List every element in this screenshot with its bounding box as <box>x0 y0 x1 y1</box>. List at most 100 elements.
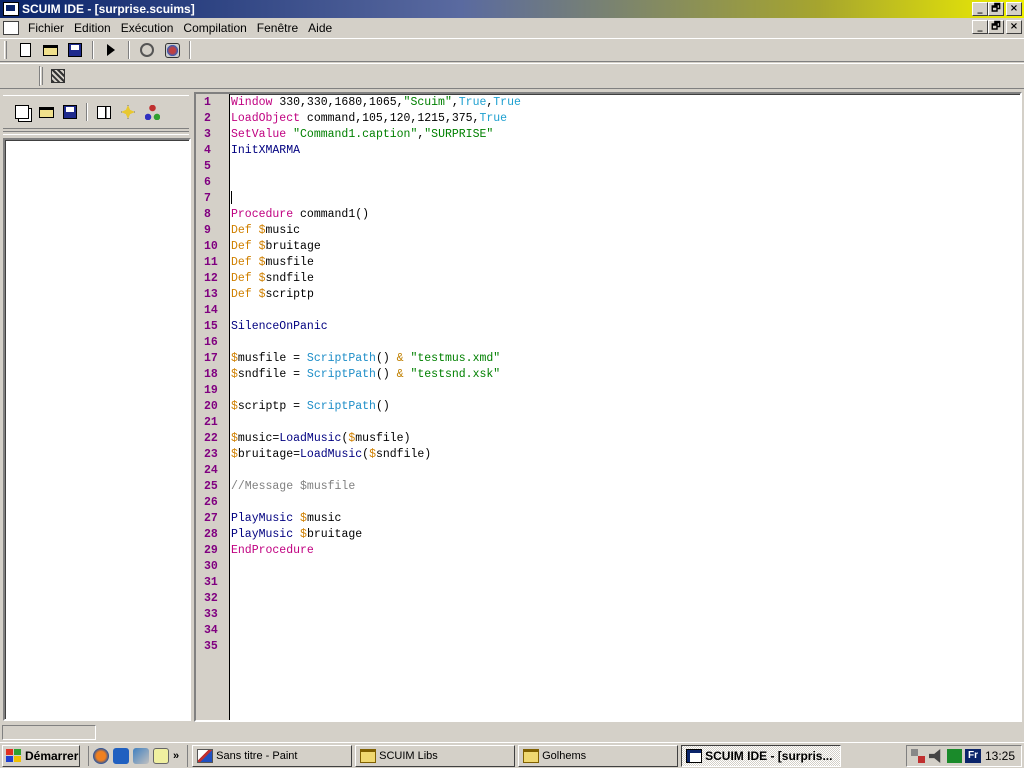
language-indicator[interactable]: Fr <box>965 749 981 763</box>
code-line[interactable]: 4 InitXMARMA <box>196 143 1020 159</box>
code-line[interactable]: 27 PlayMusic $music <box>196 511 1020 527</box>
code-line[interactable]: 3 SetValue "Command1.caption","SURPRISE" <box>196 127 1020 143</box>
toolbar-grip[interactable] <box>40 67 43 85</box>
code-token: sndfile <box>265 272 314 285</box>
minimize-button[interactable]: _ <box>972 2 988 16</box>
code-line[interactable]: 33 <box>196 607 1020 623</box>
maximize-button[interactable]: 🗗 <box>988 2 1004 16</box>
code-line[interactable]: 13 Def $scriptp <box>196 287 1020 303</box>
copy-button[interactable] <box>11 102 33 122</box>
code-line[interactable]: 6 <box>196 175 1020 191</box>
panel-open-button[interactable] <box>35 102 57 122</box>
network-status-icon[interactable] <box>911 749 926 763</box>
line-text <box>230 495 231 511</box>
code-line[interactable]: 1 Window 330,330,1680,1065,"Scuim",True,T… <box>196 95 1020 111</box>
menu-execution[interactable]: Exécution <box>116 21 179 35</box>
menu-fenetre[interactable]: Fenêtre <box>252 21 303 35</box>
open-button[interactable] <box>39 40 61 60</box>
code-line[interactable]: 31 <box>196 575 1020 591</box>
new-file-button[interactable] <box>14 40 36 60</box>
code-line[interactable]: 32 <box>196 591 1020 607</box>
code-line[interactable]: 8 Procedure command1() <box>196 207 1020 223</box>
line-number: 11 <box>204 256 218 269</box>
clock[interactable]: 13:25 <box>985 749 1021 763</box>
code-token: Def <box>231 256 252 269</box>
document-icon[interactable] <box>3 21 19 35</box>
code-line[interactable]: 2 LoadObject command,105,120,1215,375,Tru… <box>196 111 1020 127</box>
code-token: sndfile) <box>375 448 432 461</box>
line-text: $music=LoadMusic($musfile) <box>230 431 410 447</box>
status-pane <box>2 725 96 740</box>
properties-button[interactable] <box>93 102 115 122</box>
code-line[interactable]: 12 Def $sndfile <box>196 271 1020 287</box>
line-text <box>230 191 232 207</box>
menu-edition[interactable]: Edition <box>69 21 116 35</box>
task-paint[interactable]: Sans titre - Paint <box>192 744 353 767</box>
code-lines[interactable]: 1 Window 330,330,1680,1065,"Scuim",True,T… <box>196 95 1020 655</box>
code-line[interactable]: 21 <box>196 415 1020 431</box>
code-line[interactable]: 18 $sndfile = ScriptPath() & "testsnd.xsk… <box>196 367 1020 383</box>
volume-icon[interactable] <box>929 749 941 763</box>
browser-icon[interactable] <box>113 747 129 764</box>
panel-save-button[interactable] <box>59 102 81 122</box>
line-number: 4 <box>204 144 211 157</box>
code-line[interactable]: 11 Def $musfile <box>196 255 1020 271</box>
doc-minimize-button[interactable]: _ <box>972 20 988 34</box>
app-icon[interactable] <box>3 2 19 16</box>
code-token: & <box>396 352 404 365</box>
doc-close-button[interactable]: × <box>1006 20 1022 34</box>
toolbar-blank-band <box>4 66 40 86</box>
panel-divider[interactable] <box>3 131 189 135</box>
move-button[interactable] <box>117 102 139 122</box>
run-button[interactable] <box>100 40 122 60</box>
code-line[interactable]: 7 <box>196 191 1020 207</box>
project-tree[interactable] <box>3 138 191 721</box>
code-line[interactable]: 23 $bruitage=LoadMusic($sndfile) <box>196 447 1020 463</box>
code-line[interactable]: 10 Def $bruitage <box>196 239 1020 255</box>
code-line[interactable]: 14 <box>196 303 1020 319</box>
start-button[interactable]: Démarrer <box>2 744 80 767</box>
code-line[interactable]: 17 $musfile = ScriptPath() & "testmus.xmd… <box>196 351 1020 367</box>
code-line[interactable]: 26 <box>196 495 1020 511</box>
tray-app-icon[interactable] <box>947 749 962 763</box>
code-line[interactable]: 28 PlayMusic $bruitage <box>196 527 1020 543</box>
code-line[interactable]: 20 $scriptp = ScriptPath() <box>196 399 1020 415</box>
code-editor[interactable]: 1 Window 330,330,1680,1065,"Scuim",True,T… <box>194 92 1022 722</box>
code-line[interactable]: 5 <box>196 159 1020 175</box>
line-text: Def $music <box>230 223 300 239</box>
code-line[interactable]: 15 SilenceOnPanic <box>196 319 1020 335</box>
code-token: "Command1.caption" <box>293 128 418 141</box>
save-button[interactable] <box>64 40 86 60</box>
task-scuim-libs[interactable]: SCUIM Libs <box>355 744 516 767</box>
ide-icon <box>686 748 703 763</box>
settings-button[interactable] <box>161 40 183 60</box>
code-line[interactable]: 16 <box>196 335 1020 351</box>
code-line[interactable]: 25 //Message $musfile <box>196 479 1020 495</box>
network-icon[interactable] <box>133 747 149 764</box>
close-button[interactable]: × <box>1006 2 1022 16</box>
books-button[interactable] <box>47 66 69 86</box>
tree-button[interactable] <box>141 102 163 122</box>
menu-fichier[interactable]: Fichier <box>23 21 69 35</box>
menu-aide[interactable]: Aide <box>303 21 337 35</box>
task-golhems[interactable]: Golhems <box>518 744 679 767</box>
code-line[interactable]: 9 Def $music <box>196 223 1020 239</box>
library-button[interactable] <box>136 40 158 60</box>
code-line[interactable]: 29 EndProcedure <box>196 543 1020 559</box>
task-scuim-ide[interactable]: SCUIM IDE - [surpris... <box>681 744 842 767</box>
code-line[interactable]: 22 $music=LoadMusic($musfile) <box>196 431 1020 447</box>
more-chevron-icon[interactable]: » <box>173 750 179 762</box>
code-line[interactable]: 19 <box>196 383 1020 399</box>
code-token: SetValue <box>231 128 287 141</box>
editor-icon[interactable] <box>153 747 169 764</box>
code-line[interactable]: 35 <box>196 639 1020 655</box>
doc-restore-button[interactable]: 🗗 <box>988 20 1004 34</box>
firefox-icon[interactable] <box>93 747 109 764</box>
code-token: music <box>265 224 301 237</box>
code-token: True <box>493 96 521 109</box>
toolbar-grip[interactable] <box>4 41 7 59</box>
code-line[interactable]: 34 <box>196 623 1020 639</box>
menu-compilation[interactable]: Compilation <box>178 21 251 35</box>
code-line[interactable]: 30 <box>196 559 1020 575</box>
code-line[interactable]: 24 <box>196 463 1020 479</box>
